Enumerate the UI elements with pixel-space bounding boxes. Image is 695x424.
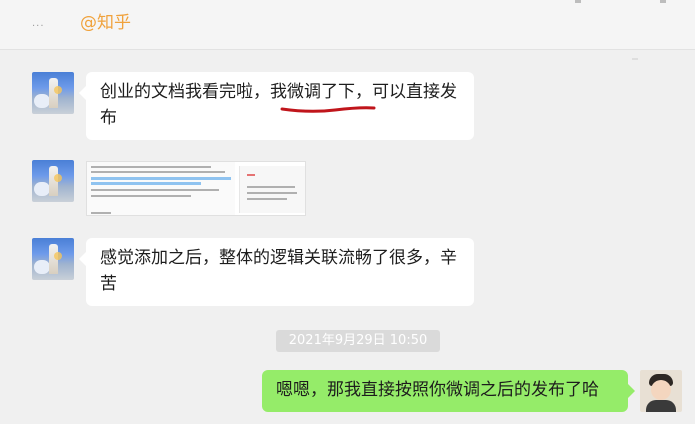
chat-name: ... bbox=[32, 18, 45, 29]
underline-annotation bbox=[280, 106, 376, 113]
document-screenshot-image[interactable] bbox=[86, 161, 306, 216]
group-avatar-icon[interactable] bbox=[32, 160, 74, 202]
reply-bubble[interactable]: 嗯嗯，那我直接按照你微调之后的发布了哈 bbox=[262, 370, 635, 412]
divider bbox=[632, 58, 638, 60]
message-text-1a: 创业的文档我看完啦， bbox=[100, 82, 270, 102]
user-avatar-icon[interactable] bbox=[640, 370, 682, 412]
zhihu-watermark: @知乎 bbox=[80, 13, 131, 33]
window-edge bbox=[0, 0, 695, 6]
message-bubble-3[interactable]: 感觉添加之后，整体的逻辑关联流畅了很多，辛苦 bbox=[79, 238, 474, 306]
message-timestamp: 2021年9月29日 10:50 bbox=[276, 330, 440, 352]
chat-header: ... @知乎 bbox=[0, 0, 695, 50]
group-avatar-icon[interactable] bbox=[32, 72, 74, 114]
group-avatar-icon[interactable] bbox=[32, 238, 74, 280]
message-text-1-underlined: 我微调了下 bbox=[270, 82, 355, 102]
